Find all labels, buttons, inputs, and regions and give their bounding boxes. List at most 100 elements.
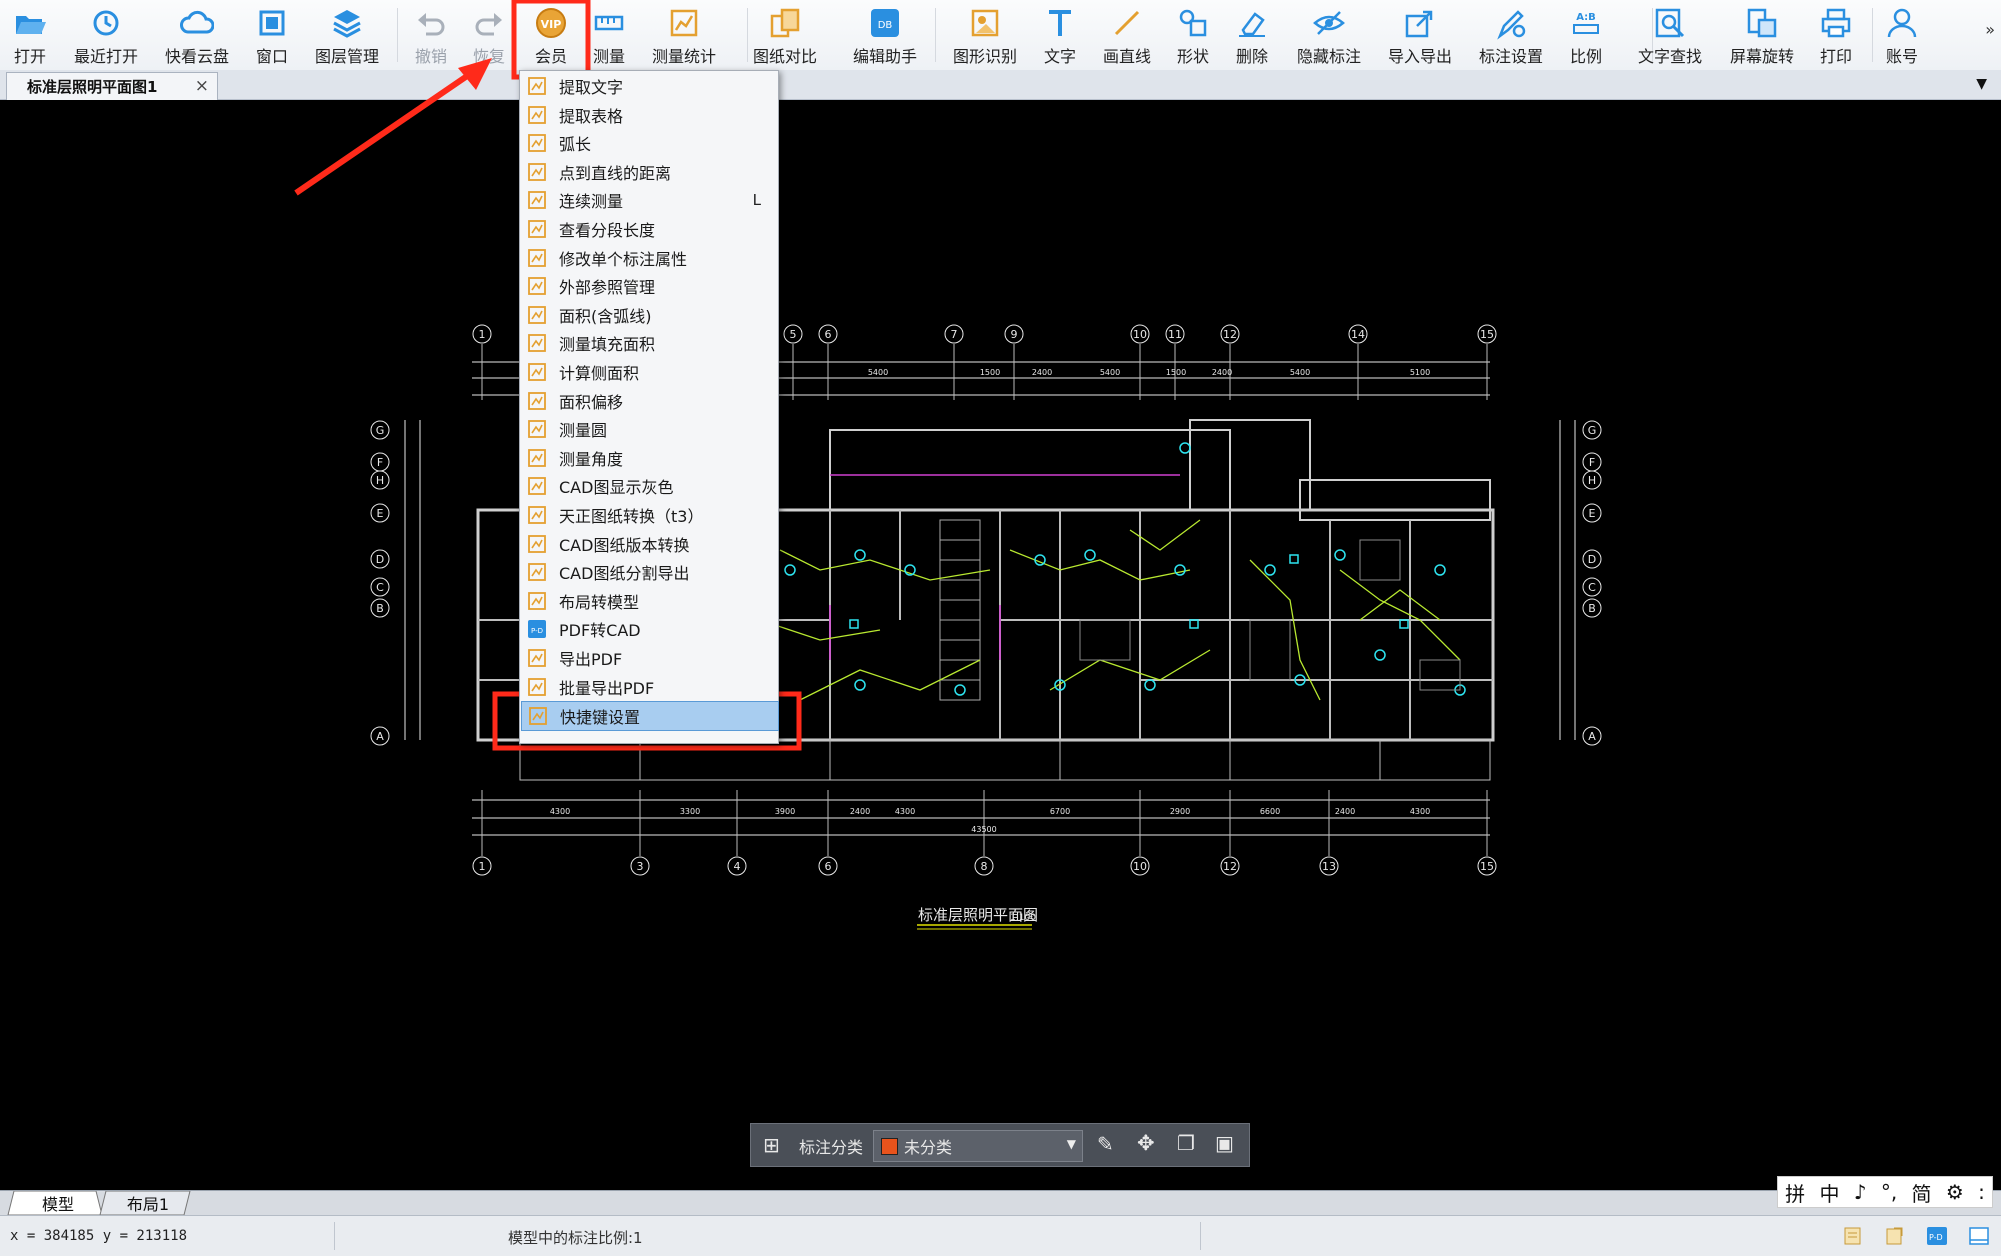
copy-icon[interactable]: ❐ <box>1177 1131 1195 1155</box>
document-tab-title: 标准层照明平面图1 <box>27 78 158 96</box>
toolbar-button-label: 画直线 <box>1102 47 1151 66</box>
menu-item-xref[interactable]: 外部参照管理 <box>521 272 777 300</box>
drawing-canvas[interactable]: 1 5 6 7 9 10 11 12 14 15 1 3 4 6 8 10 12 13 15 GGFFHHEEDD… <box>0 100 2001 1190</box>
import-export-icon <box>1403 6 1437 40</box>
menu-item-batch-export-pdf[interactable]: 批量导出PDF <box>521 673 777 701</box>
toolbar-button-label: 标注设置 <box>1478 47 1543 66</box>
toolbar-button-label: 窗口 <box>255 47 288 66</box>
axis-label: 9 <box>1011 328 1018 341</box>
layout-tab-layout1[interactable]: 布局1 <box>110 1191 186 1215</box>
menu-item-arc-length[interactable]: 弧长 <box>521 129 777 157</box>
menu-item-fill-area[interactable]: 测量填充面积 <box>521 329 777 357</box>
shape-icon <box>1176 6 1210 40</box>
menu-item-export-pdf[interactable]: 导出PDF <box>521 644 777 672</box>
axis-label: 6 <box>825 860 832 873</box>
toolbar-button-account[interactable]: 账号 <box>1862 0 1942 70</box>
toolbar-button-label: 形状 <box>1176 47 1209 66</box>
toolbar-overflow-icon[interactable]: » <box>1985 20 1995 39</box>
toolbar-button-scale[interactable]: A:B 比例 <box>1546 0 1626 70</box>
compare-icon <box>768 6 802 40</box>
tab-list-dropdown-icon[interactable]: ▼ <box>1976 76 1987 92</box>
ime-pinyin-icon[interactable]: 拼 <box>1785 1178 1805 1207</box>
measure-icon <box>592 6 626 40</box>
ime-settings-icon[interactable]: ⚙ <box>1946 1180 1964 1204</box>
toolbar-button-hide-annotation[interactable]: 隐藏标注 <box>1289 0 1369 70</box>
dimension-text: 3300 <box>680 807 700 816</box>
document-tab[interactable]: 标准层照明平面图1 × <box>6 72 218 100</box>
cad-floor-plan: 1 5 6 7 9 10 11 12 14 15 1 3 4 6 8 10 12 13 15 G GF FH HE ED D… <box>370 324 1602 930</box>
menu-item-pdf-to-cad[interactable]: P-D PDF转CAD <box>521 615 777 643</box>
menu-item-version-convert[interactable]: CAD图纸版本转换 <box>521 530 777 558</box>
menu-item-extract-table[interactable]: 提取表格 <box>521 101 777 129</box>
toolbar-button-edit-assistant[interactable]: DB 编辑助手 <box>845 0 925 70</box>
toolbar-button-annotation-settings[interactable]: 标注设置 <box>1471 0 1551 70</box>
menu-item-edit-annotation[interactable]: 修改单个标注属性 <box>521 244 777 272</box>
svg-text:DB: DB <box>878 20 893 31</box>
menu-item-extract-text[interactable]: 提取文字 <box>521 72 777 100</box>
ime-chinese-mode[interactable]: 中 <box>1819 1178 1839 1207</box>
dimension-text: 2400 <box>1335 807 1355 816</box>
menu-item-shortcut-settings[interactable]: 快捷键设置 <box>521 701 779 732</box>
text-icon <box>1043 6 1077 40</box>
category-select[interactable]: 未分类 ▼ <box>873 1130 1083 1162</box>
drawing-scale-label: 1:100 <box>1010 913 1036 923</box>
ime-moon-icon[interactable]: ♪ <box>1854 1180 1867 1204</box>
layout-to-model-icon <box>526 590 548 612</box>
edit-icon[interactable]: ✎ <box>1097 1132 1114 1156</box>
status-export-icon[interactable] <box>1884 1226 1906 1246</box>
menu-item-continuous-measure[interactable]: 连续测量 L <box>521 186 777 214</box>
status-pdf-icon[interactable]: P-D <box>1926 1226 1948 1246</box>
dimension-text: 43500 <box>971 825 996 834</box>
menu-item-area-arc[interactable]: 面积(含弧线) <box>521 301 777 329</box>
toolbar-button-measure-stats[interactable]: 测量统计 <box>644 0 724 70</box>
status-panel-icon[interactable] <box>1968 1226 1990 1246</box>
menu-item-measure-circle[interactable]: 测量圆 <box>521 415 777 443</box>
menu-item-label: CAD图纸版本转换 <box>559 535 690 555</box>
toolbar-button-import-export[interactable]: 导入导出 <box>1380 0 1460 70</box>
toolbar-button-measure[interactable]: 测量 <box>569 0 649 70</box>
toolbar-button-eraser[interactable]: 删除 <box>1212 0 1292 70</box>
toolbar-button-layers[interactable]: 图层管理 <box>307 0 387 70</box>
measure-stats-icon <box>667 6 701 40</box>
toolbar-button-rotate-screen[interactable]: 屏幕旋转 <box>1722 0 1802 70</box>
toolbar-button-label: 恢复 <box>472 47 505 66</box>
toolbar-button-cloud[interactable]: 快看云盘 <box>157 0 237 70</box>
fill-area-icon <box>526 332 548 354</box>
axis-label: E <box>1589 507 1596 520</box>
toolbar-button-shape-recognition[interactable]: 图形识别 <box>945 0 1025 70</box>
menu-item-label: 测量角度 <box>559 449 624 469</box>
vip-icon: VIP <box>534 6 568 40</box>
menu-item-point-line-distance[interactable]: 点到直线的距离 <box>521 158 777 186</box>
ime-punctuation-icon[interactable]: °, <box>1881 1180 1897 1204</box>
move-icon[interactable]: ✥ <box>1137 1131 1155 1155</box>
paste-icon[interactable]: ▣ <box>1215 1131 1234 1155</box>
toolbar-button-folder-open[interactable]: 打开 <box>0 0 70 70</box>
ime-more-icon[interactable]: : <box>1978 1180 1985 1204</box>
layout-tab-model[interactable]: 模型 <box>20 1191 96 1215</box>
toolbar-button-compare[interactable]: 图纸对比 <box>745 0 825 70</box>
toolbar-button-window[interactable]: 窗口 <box>232 0 312 70</box>
cursor-coordinates: x = 384185 y = 213118 <box>10 1228 188 1244</box>
menu-item-segment-length[interactable]: 查看分段长度 <box>521 215 777 243</box>
menu-item-area-offset[interactable]: 面积偏移 <box>521 387 777 415</box>
menu-item-label: 面积偏移 <box>559 392 624 412</box>
toolbar-button-label: 屏幕旋转 <box>1729 47 1794 66</box>
status-note-icon[interactable] <box>1842 1226 1864 1246</box>
menu-item-label: 提取表格 <box>559 106 624 126</box>
menu-item-label: 连续测量 <box>559 192 624 212</box>
status-divider <box>1200 1222 1201 1250</box>
dimension-text: 6600 <box>1260 807 1280 816</box>
toolbar-button-recent[interactable]: 最近打开 <box>66 0 146 70</box>
edit-assistant-icon: DB <box>868 6 902 40</box>
close-tab-icon[interactable]: × <box>195 76 209 96</box>
menu-item-layout-to-model[interactable]: 布局转模型 <box>521 587 777 615</box>
menu-item-measure-angle[interactable]: 测量角度 <box>521 444 777 472</box>
menu-item-tangent-convert[interactable]: 天正图纸转换（t3） <box>521 501 777 529</box>
account-icon <box>1885 6 1919 40</box>
menu-item-side-area[interactable]: 计算侧面积 <box>521 358 777 386</box>
grid-icon[interactable]: ⊞ <box>763 1133 780 1157</box>
ime-simplified-mode[interactable]: 简 <box>1912 1178 1932 1207</box>
toolbar-button-text-search[interactable]: 文字查找 <box>1630 0 1710 70</box>
menu-item-cad-gray[interactable]: CAD图显示灰色 <box>521 472 777 500</box>
menu-item-split-export[interactable]: CAD图纸分割导出 <box>521 558 777 586</box>
